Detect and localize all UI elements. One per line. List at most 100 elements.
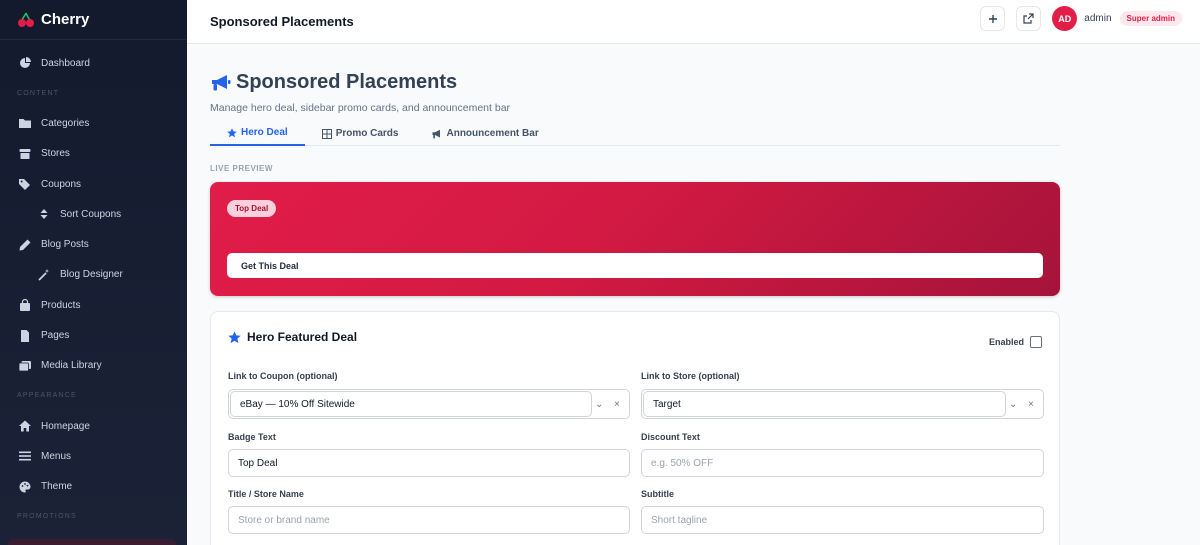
magic-wand-icon	[38, 268, 50, 281]
bars-icon	[19, 451, 31, 461]
discount-text-input[interactable]: e.g. 50% OFF	[641, 449, 1044, 477]
bag-icon	[20, 299, 30, 312]
enabled-checkbox[interactable]	[1030, 336, 1042, 348]
sidebar: Cherry Dashboard CONTENT Categories Stor…	[0, 0, 187, 545]
hero-deal-preview: Top Deal Get This Deal	[210, 182, 1060, 296]
sidebar-item-label: Stores	[41, 148, 70, 160]
page-subtitle: Manage hero deal, sidebar promo cards, a…	[210, 102, 511, 114]
title-store-input[interactable]: Store or brand name	[228, 506, 630, 534]
store-select-value[interactable]: Target	[643, 391, 1006, 417]
enabled-toggle[interactable]: Enabled	[989, 336, 1042, 348]
live-preview-label: LIVE PREVIEW	[210, 164, 273, 173]
sidebar-item-label: Media Library	[41, 360, 102, 372]
store-select[interactable]: Target ⌄ ×	[641, 389, 1044, 419]
sidebar-item-blog-designer[interactable]: Blog Designer	[0, 260, 187, 290]
megaphone-icon	[212, 74, 231, 90]
pen-icon	[19, 239, 31, 251]
sidebar-item-label: Products	[41, 299, 81, 311]
discount-text-label: Discount Text	[641, 432, 700, 442]
card-heading: Hero Featured Deal	[228, 330, 357, 344]
top-header: Sponsored Placements AD admin Super admi…	[187, 0, 1200, 44]
page-heading: Sponsored Placements	[210, 71, 457, 94]
palette-icon	[19, 481, 31, 493]
brand[interactable]: Cherry	[0, 0, 187, 40]
sidebar-item-label: Menus	[41, 450, 72, 462]
coupon-link-label: Link to Coupon (optional)	[228, 371, 338, 381]
sidebar-item-label: Pages	[41, 330, 70, 342]
sidebar-item-label: Blog Designer	[60, 269, 123, 281]
grid-icon	[321, 128, 332, 139]
header-title: Sponsored Placements	[210, 14, 354, 29]
badge-text-label: Badge Text	[228, 432, 276, 442]
header-actions: AD admin Super admin	[969, 6, 1182, 31]
brand-name: Cherry	[41, 11, 90, 28]
plus-icon	[988, 14, 997, 23]
sidebar-item-menus[interactable]: Menus	[0, 441, 187, 471]
badge-text-input[interactable]: Top Deal	[228, 449, 630, 477]
megaphone-icon	[432, 129, 441, 138]
sidebar-item-coupons[interactable]: Coupons	[0, 169, 187, 199]
tags-icon	[19, 179, 30, 191]
tab-hero-deal[interactable]: Hero Deal	[210, 121, 305, 146]
card-title: Hero Featured Deal	[247, 330, 358, 344]
enabled-label: Enabled	[988, 337, 1024, 347]
avatar[interactable]: AD	[1052, 6, 1078, 31]
tab-label: Hero Deal	[241, 127, 288, 138]
sidebar-item-label: Sort Coupons	[60, 208, 122, 220]
subtitle-label: Subtitle	[641, 489, 674, 499]
nav-section-appearance: APPEARANCE	[17, 392, 77, 400]
preview-badge: Top Deal	[227, 200, 277, 217]
clear-icon[interactable]: ×	[1028, 390, 1034, 418]
chart-pie-icon	[20, 57, 31, 69]
coupon-select-value[interactable]: eBay — 10% Off Sitewide	[230, 391, 592, 417]
sidebar-item-homepage[interactable]: Homepage	[0, 411, 187, 441]
sidebar-item-label: Homepage	[41, 420, 90, 432]
page-title: Sponsored Placements	[236, 71, 458, 93]
store-link-label: Link to Store (optional)	[641, 371, 740, 381]
chevron-down-icon[interactable]: ⌄	[1009, 390, 1017, 418]
chevron-down-icon[interactable]: ⌄	[595, 390, 603, 418]
tab-announcement-bar[interactable]: Announcement Bar	[415, 121, 555, 146]
sidebar-item-pages[interactable]: Pages	[0, 320, 187, 350]
store-icon	[19, 148, 31, 159]
coupon-select[interactable]: eBay — 10% Off Sitewide ⌄ ×	[228, 389, 630, 419]
sidebar-item-stores[interactable]: Stores	[0, 139, 187, 169]
clear-icon[interactable]: ×	[614, 390, 620, 418]
view-site-button[interactable]	[1016, 6, 1042, 31]
cherry-logo-icon	[18, 12, 34, 27]
nav-section-promotions: PROMOTIONS	[17, 513, 77, 521]
star-icon	[228, 330, 241, 343]
sidebar-item-sort-coupons[interactable]: Sort Coupons	[0, 199, 187, 229]
sidebar-item-categories[interactable]: Categories	[0, 108, 187, 138]
external-link-icon	[1023, 13, 1034, 24]
sidebar-item-theme[interactable]: Theme	[0, 472, 187, 502]
role-badge: Super admin	[1119, 11, 1182, 26]
sort-icon	[40, 209, 48, 220]
sidebar-item-blog-posts[interactable]: Blog Posts	[0, 229, 187, 259]
tab-label: Announcement Bar	[446, 128, 539, 139]
get-deal-button[interactable]: Get This Deal	[227, 253, 1043, 278]
folder-icon	[19, 119, 31, 129]
home-icon	[19, 420, 31, 432]
sidebar-item-label: Blog Posts	[41, 239, 89, 251]
sidebar-item-label: Coupons	[41, 178, 82, 190]
sidebar-item-media-library[interactable]: Media Library	[0, 351, 187, 381]
tab-bar: Hero Deal Promo Cards Announcement Bar	[210, 121, 1060, 146]
sidebar-item-label: Theme	[41, 481, 73, 493]
sidebar-item-label: Dashboard	[41, 57, 90, 69]
file-icon	[21, 329, 29, 342]
sidebar-item-products[interactable]: Products	[0, 290, 187, 320]
hero-featured-deal-card: Hero Featured Deal Enabled Link to Coupo…	[210, 311, 1060, 545]
add-button[interactable]	[980, 6, 1006, 31]
subtitle-input[interactable]: Short tagline	[641, 506, 1044, 534]
sidebar-item-dashboard[interactable]: Dashboard	[0, 48, 187, 78]
nav-section-content: CONTENT	[17, 89, 60, 97]
sidebar-active-item-highlight[interactable]	[8, 539, 176, 545]
tab-label: Promo Cards	[335, 128, 399, 139]
user-name[interactable]: admin	[1084, 13, 1111, 24]
star-icon	[227, 127, 237, 137]
title-store-label: Title / Store Name	[228, 489, 304, 499]
sidebar-item-label: Categories	[41, 117, 90, 129]
tab-promo-cards[interactable]: Promo Cards	[305, 121, 416, 146]
images-icon	[19, 360, 31, 372]
